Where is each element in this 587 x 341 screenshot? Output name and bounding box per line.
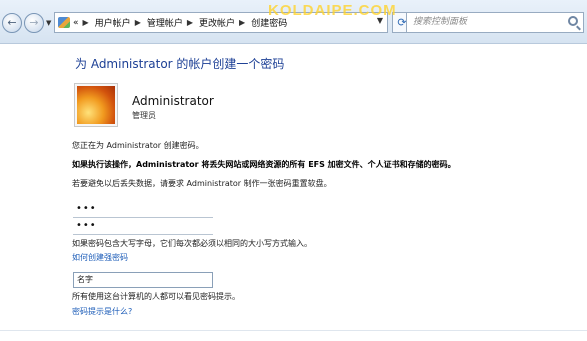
address-bar: ← → ▼ « ▶ 用户帐户 ▶ 管理帐户 ▶ 更改帐户 ▶ 创建密码 ▼ ⟳ … — [0, 0, 587, 44]
confirm-password-field[interactable]: ••• — [73, 219, 213, 235]
breadcrumb-item-manage-accounts[interactable]: 管理帐户 — [147, 16, 183, 29]
recent-pages-dropdown-icon[interactable]: ▼ — [46, 19, 51, 27]
breadcrumb-item-change-account[interactable]: 更改帐户 — [199, 16, 235, 29]
divider — [0, 330, 587, 331]
backup-advice-text: 若要避免以后丢失数据，请要求 Administrator 制作一张密码重置软盘。 — [72, 179, 332, 188]
search-input[interactable]: 搜索控制面板 — [406, 12, 584, 33]
back-button[interactable]: ← — [2, 13, 22, 33]
warning-text: 如果执行该操作，Administrator 将丢失网站或网络资源的所有 EFS … — [72, 160, 456, 169]
breadcrumb-separator-icon[interactable]: ▶ — [135, 18, 141, 27]
search-icon[interactable] — [568, 16, 578, 26]
forward-arrow-icon: → — [29, 16, 39, 29]
breadcrumb-overflow[interactable]: « — [73, 18, 79, 28]
avatar — [75, 84, 117, 126]
new-password-field[interactable]: ••• — [73, 202, 213, 218]
hint-visibility-note: 所有使用这台计算机的人都可以看见密码提示。 — [72, 292, 240, 301]
breadcrumb-separator-icon: ▶ — [82, 18, 89, 27]
back-arrow-icon: ← — [7, 16, 17, 29]
case-sensitivity-note: 如果密码包含大写字母，它们每次都必须以相同的大小写方式输入。 — [72, 239, 312, 248]
breadcrumb-separator-icon[interactable]: ▶ — [239, 18, 245, 27]
breadcrumb-separator-icon[interactable]: ▶ — [187, 18, 193, 27]
watermark: KOLDAIPE.COM — [268, 2, 397, 19]
account-name: Administrator — [132, 94, 214, 108]
info-text: 您正在为 Administrator 创建密码。 — [72, 141, 204, 150]
password-hint-help-link[interactable]: 密码提示是什么? — [72, 306, 132, 317]
account-role: 管理员 — [132, 111, 156, 120]
control-panel-icon — [58, 17, 70, 28]
strong-password-link[interactable]: 如何创建强密码 — [72, 252, 128, 263]
search-placeholder: 搜索控制面板 — [413, 17, 468, 27]
password-hint-field[interactable]: 名字 — [73, 272, 213, 288]
breadcrumb-item-user-accounts[interactable]: 用户帐户 — [95, 16, 131, 29]
page-title: 为 Administrator 的帐户创建一个密码 — [75, 57, 285, 71]
forward-button[interactable]: → — [24, 13, 44, 33]
